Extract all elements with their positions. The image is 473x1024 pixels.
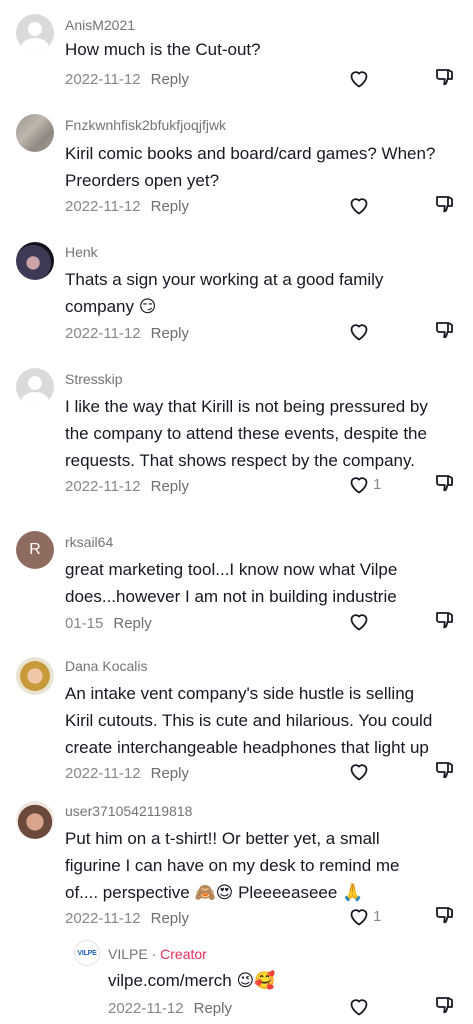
avatar[interactable] — [16, 657, 54, 695]
heart-outline-icon — [350, 999, 368, 1016]
like-button[interactable]: 1 — [347, 904, 381, 928]
comment-meta: 2022-11-12 Reply — [65, 198, 189, 215]
avatar[interactable]: R — [16, 531, 54, 569]
like-button[interactable] — [347, 609, 373, 633]
like-button[interactable] — [347, 994, 373, 1018]
heart-outline-icon — [350, 477, 368, 494]
heart-outline-icon — [350, 909, 368, 926]
comment-date: 2022-11-12 — [65, 478, 141, 495]
comment-meta: 2022-11-12 Reply — [65, 71, 189, 88]
dislike-button[interactable] — [433, 759, 457, 788]
comment-meta: 2022-11-12 Reply — [108, 1000, 232, 1017]
comment-date: 2022-11-12 — [108, 1000, 184, 1017]
heart-outline-icon — [350, 764, 368, 781]
reply-button[interactable]: Reply — [151, 325, 189, 342]
thumbs-down-outline-icon — [436, 196, 453, 213]
like-button[interactable]: 1 — [347, 472, 381, 496]
heart-outline-icon — [350, 71, 368, 88]
like-button[interactable] — [347, 759, 373, 783]
reply-button[interactable]: Reply — [151, 71, 189, 88]
comment-meta: 2022-11-12 Reply — [65, 325, 189, 342]
dislike-button[interactable] — [433, 904, 457, 933]
avatar[interactable] — [16, 368, 54, 406]
dislike-button[interactable] — [433, 193, 457, 222]
thumbs-down-outline-icon — [436, 762, 453, 779]
comment-text: Kiril comic books and board/card games? … — [65, 144, 436, 190]
comment-meta: 2022-11-12 Reply — [65, 478, 189, 495]
comment-date: 2022-11-12 — [65, 71, 141, 88]
comment-meta: 01-15 Reply — [65, 615, 152, 632]
comment-text: Put him on a t-shirt!! Or better yet, a … — [65, 829, 400, 902]
like-button[interactable] — [347, 66, 373, 90]
avatar[interactable] — [16, 801, 54, 839]
comment-text: I like the way that Kirill is not being … — [65, 397, 428, 470]
comment-text: Thats a sign your working at a good fami… — [65, 270, 384, 316]
reply-button[interactable]: Reply — [151, 765, 189, 782]
like-button[interactable] — [347, 319, 373, 343]
heart-outline-icon — [350, 198, 368, 215]
thumbs-down-outline-icon — [436, 612, 453, 629]
comment-text: great marketing tool...I know now what V… — [65, 560, 398, 606]
dislike-button[interactable] — [433, 319, 457, 348]
avatar[interactable]: VILPE — [74, 940, 100, 966]
reply-button[interactable]: Reply — [151, 198, 189, 215]
avatar[interactable] — [16, 114, 54, 152]
heart-outline-icon — [350, 614, 368, 631]
reply-button[interactable]: Reply — [151, 478, 189, 495]
comment-date: 2022-11-12 — [65, 910, 141, 927]
like-button[interactable] — [347, 193, 373, 217]
comment-date: 01-15 — [65, 615, 104, 632]
reply-button[interactable]: Reply — [151, 910, 189, 927]
comment-date: 2022-11-12 — [65, 325, 141, 342]
comment-username[interactable]: VILPE · Creator — [108, 946, 207, 962]
avatar[interactable] — [16, 242, 54, 280]
comment-username[interactable]: rksail64 — [65, 534, 113, 550]
comment-username[interactable]: Fnzkwnhfisk2bfukfjoqjfjwk — [65, 117, 226, 133]
thumbs-down-outline-icon — [436, 475, 453, 492]
like-count: 1 — [373, 907, 382, 925]
comment-username[interactable]: Stresskip — [65, 371, 123, 387]
comment-date: 2022-11-12 — [65, 765, 141, 782]
dislike-button[interactable] — [433, 472, 457, 501]
comment-username[interactable]: user3710542119818 — [65, 803, 192, 819]
comment-text: vilpe.com/merch 😉🥰 — [108, 971, 276, 990]
avatar-logo-text: VILPE — [77, 949, 97, 957]
dislike-button[interactable] — [433, 609, 457, 638]
comment-text: How much is the Cut-out? — [65, 40, 261, 59]
avatar-initial: R — [29, 541, 41, 558]
comment-username[interactable]: Dana Kocalis — [65, 658, 148, 674]
thumbs-down-outline-icon — [436, 322, 453, 339]
creator-badge: Creator — [160, 946, 207, 962]
comment-meta: 2022-11-12 Reply — [65, 910, 189, 927]
dislike-button[interactable] — [433, 66, 457, 95]
thumbs-down-outline-icon — [436, 69, 453, 86]
avatar[interactable] — [16, 14, 54, 52]
comment-text: An intake vent company's side hustle is … — [65, 684, 433, 757]
reply-button[interactable]: Reply — [194, 1000, 232, 1017]
thumbs-down-outline-icon — [436, 997, 453, 1014]
thumbs-down-outline-icon — [436, 907, 453, 924]
like-count: 1 — [373, 475, 382, 493]
comment-username[interactable]: AnisM2021 — [65, 17, 135, 33]
reply-button[interactable]: Reply — [113, 615, 151, 632]
comment-username[interactable]: Henk — [65, 244, 98, 260]
dislike-button[interactable] — [433, 994, 457, 1023]
comment-meta: 2022-11-12 Reply — [65, 765, 189, 782]
heart-outline-icon — [350, 324, 368, 341]
comment-date: 2022-11-12 — [65, 198, 141, 215]
